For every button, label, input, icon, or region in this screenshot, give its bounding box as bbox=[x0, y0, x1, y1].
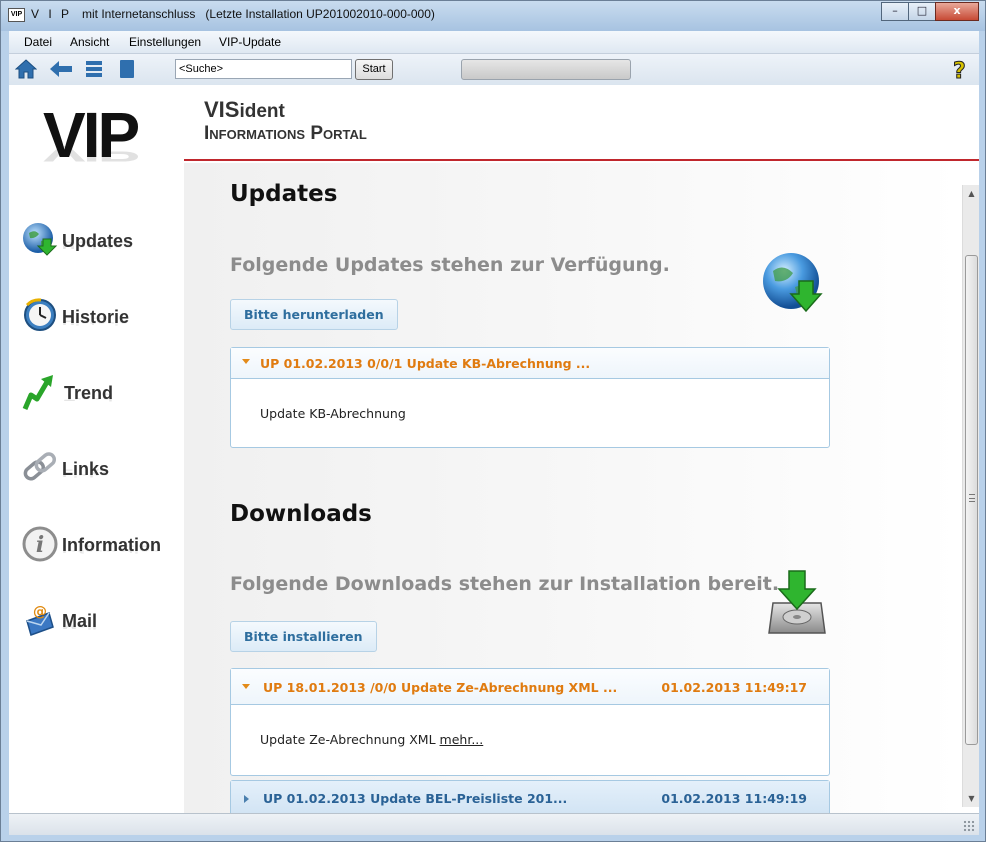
nav-label-reflection: Historie bbox=[62, 315, 130, 327]
accordion-date: 01.02.2013 11:49:17 bbox=[661, 680, 807, 695]
menu-einstellungen[interactable]: Einstellungen bbox=[129, 35, 201, 49]
accordion-title: UP 18.01.2013 /0/0 Update Ze-Abrechnung … bbox=[263, 680, 618, 695]
nav-label-reflection: Trend bbox=[64, 391, 114, 403]
title-bar[interactable]: VIP V I P mit Internetanschluss (Letzte I… bbox=[1, 1, 985, 31]
nav-label-reflection: Links bbox=[62, 467, 110, 479]
menu-vip-update[interactable]: VIP-Update bbox=[219, 35, 281, 49]
vertical-scrollbar[interactable]: ▲ ▼ bbox=[962, 185, 979, 807]
menu-ansicht[interactable]: Ansicht bbox=[70, 35, 109, 49]
accordion-title: UP 01.02.2013 Update BEL-Preisliste 201.… bbox=[263, 791, 568, 806]
svg-text:?: ? bbox=[953, 59, 966, 82]
client-area: VIP VIP Updates Updates Historie Histori… bbox=[9, 85, 979, 813]
updates-title: Updates bbox=[230, 181, 338, 207]
globe-download-icon bbox=[763, 253, 823, 313]
brand-informations-portal: Informations Portal bbox=[204, 123, 367, 144]
portal-header: VISident Informations Portal bbox=[184, 85, 979, 161]
back-arrow-icon[interactable] bbox=[49, 59, 73, 79]
brand-suffix: ident bbox=[239, 101, 285, 122]
downloads-subtitle: Folgende Downloads stehen zur Installati… bbox=[230, 573, 780, 595]
page-icon[interactable] bbox=[118, 59, 136, 79]
nav-label-reflection: Mail bbox=[62, 619, 98, 631]
info-icon: i bbox=[22, 526, 58, 562]
downloads-title: Downloads bbox=[230, 501, 372, 527]
app-icon: VIP bbox=[8, 8, 25, 22]
nav-item-mail[interactable]: @ Mail Mail bbox=[19, 601, 179, 661]
mail-icon: @ bbox=[26, 604, 54, 636]
accordion-header[interactable]: UP 01.02.2013 Update BEL-Preisliste 201.… bbox=[231, 781, 829, 813]
window-title: V I P mit Internetanschluss (Letzte Insta… bbox=[31, 7, 435, 21]
nav-item-links[interactable]: Links Links bbox=[19, 449, 179, 509]
updates-subtitle: Folgende Updates stehen zur Verfügung. bbox=[230, 254, 670, 276]
more-link[interactable]: mehr... bbox=[440, 732, 484, 747]
accordion-body: Update KB-Abrechnung bbox=[260, 406, 406, 421]
nav-label-reflection: Information bbox=[62, 543, 161, 555]
accordion-date: 01.02.2013 11:49:19 bbox=[661, 791, 807, 806]
svg-text:@: @ bbox=[33, 604, 47, 620]
nav-item-information[interactable]: i Information Information bbox=[19, 525, 179, 585]
accordion-body: Update Ze-Abrechnung XML mehr... bbox=[231, 705, 829, 747]
resize-grip-icon[interactable] bbox=[963, 820, 975, 832]
caret-down-icon bbox=[242, 684, 250, 689]
nav-item-updates[interactable]: Updates Updates bbox=[19, 221, 179, 281]
brand-prefix: VIS bbox=[204, 97, 240, 122]
trend-arrow-icon bbox=[22, 375, 53, 410]
menu-bar: Datei Ansicht Einstellungen VIP-Update bbox=[9, 31, 979, 54]
download-accordion-item: UP 18.01.2013 /0/0 Update Ze-Abrechnung … bbox=[230, 668, 830, 776]
nav-label-reflection: Updates bbox=[62, 239, 134, 251]
hard-drive-download-icon bbox=[768, 570, 826, 634]
search-input[interactable] bbox=[175, 59, 352, 79]
list-icon[interactable] bbox=[85, 59, 103, 79]
application-window: VIP V I P mit Internetanschluss (Letzte I… bbox=[0, 0, 986, 842]
main-content: Updates Folgende Updates stehen zur Verf… bbox=[184, 163, 962, 813]
side-navigation: VIP VIP Updates Updates Historie Histori… bbox=[9, 85, 179, 813]
menu-datei[interactable]: Datei bbox=[24, 35, 52, 49]
help-question-icon[interactable]: ? bbox=[951, 58, 969, 83]
start-button[interactable]: Start bbox=[355, 59, 393, 80]
accordion-header[interactable]: UP 18.01.2013 /0/0 Update Ze-Abrechnung … bbox=[231, 669, 829, 705]
window-title-app: V I P bbox=[31, 7, 73, 21]
scroll-down-icon[interactable]: ▼ bbox=[963, 790, 980, 807]
globe-download-icon bbox=[23, 223, 58, 256]
scroll-thumb[interactable] bbox=[965, 255, 978, 745]
accordion-header[interactable]: UP 01.02.2013 0/0/1 Update KB-Abrechnung… bbox=[231, 348, 829, 379]
download-button[interactable]: Bitte herunterladen bbox=[230, 299, 398, 330]
vip-logo-reflection: VIP bbox=[43, 141, 138, 167]
caret-right-icon bbox=[244, 795, 249, 803]
chain-link-icon bbox=[23, 452, 57, 481]
close-button[interactable]: x bbox=[935, 2, 979, 21]
download-description: Update Ze-Abrechnung XML bbox=[260, 732, 436, 747]
update-accordion-item: UP 01.02.2013 0/0/1 Update KB-Abrechnung… bbox=[230, 347, 830, 448]
maximize-button[interactable]: □ bbox=[908, 2, 936, 21]
nav-item-trend[interactable]: Trend Trend bbox=[19, 373, 179, 433]
brand-visident: VISident bbox=[204, 97, 285, 123]
accordion-title: UP 01.02.2013 0/0/1 Update KB-Abrechnung… bbox=[260, 356, 591, 371]
install-button[interactable]: Bitte installieren bbox=[230, 621, 377, 652]
clock-icon bbox=[24, 298, 56, 331]
scroll-up-icon[interactable]: ▲ bbox=[963, 185, 980, 202]
toolbar: Start ? bbox=[9, 54, 979, 85]
status-bar bbox=[9, 813, 979, 835]
scroll-grip-icon bbox=[969, 494, 975, 502]
window-controls: – □ x bbox=[881, 2, 979, 21]
progress-bar bbox=[461, 59, 631, 80]
caret-down-icon bbox=[242, 359, 250, 364]
minimize-button[interactable]: – bbox=[881, 2, 909, 21]
window-title-rest: mit Internetanschluss (Letzte Installati… bbox=[82, 7, 435, 21]
download-accordion-item: UP 01.02.2013 Update BEL-Preisliste 201.… bbox=[230, 780, 830, 813]
svg-text:i: i bbox=[36, 532, 44, 558]
nav-item-historie[interactable]: Historie Historie bbox=[19, 297, 179, 357]
home-icon[interactable] bbox=[15, 59, 37, 79]
